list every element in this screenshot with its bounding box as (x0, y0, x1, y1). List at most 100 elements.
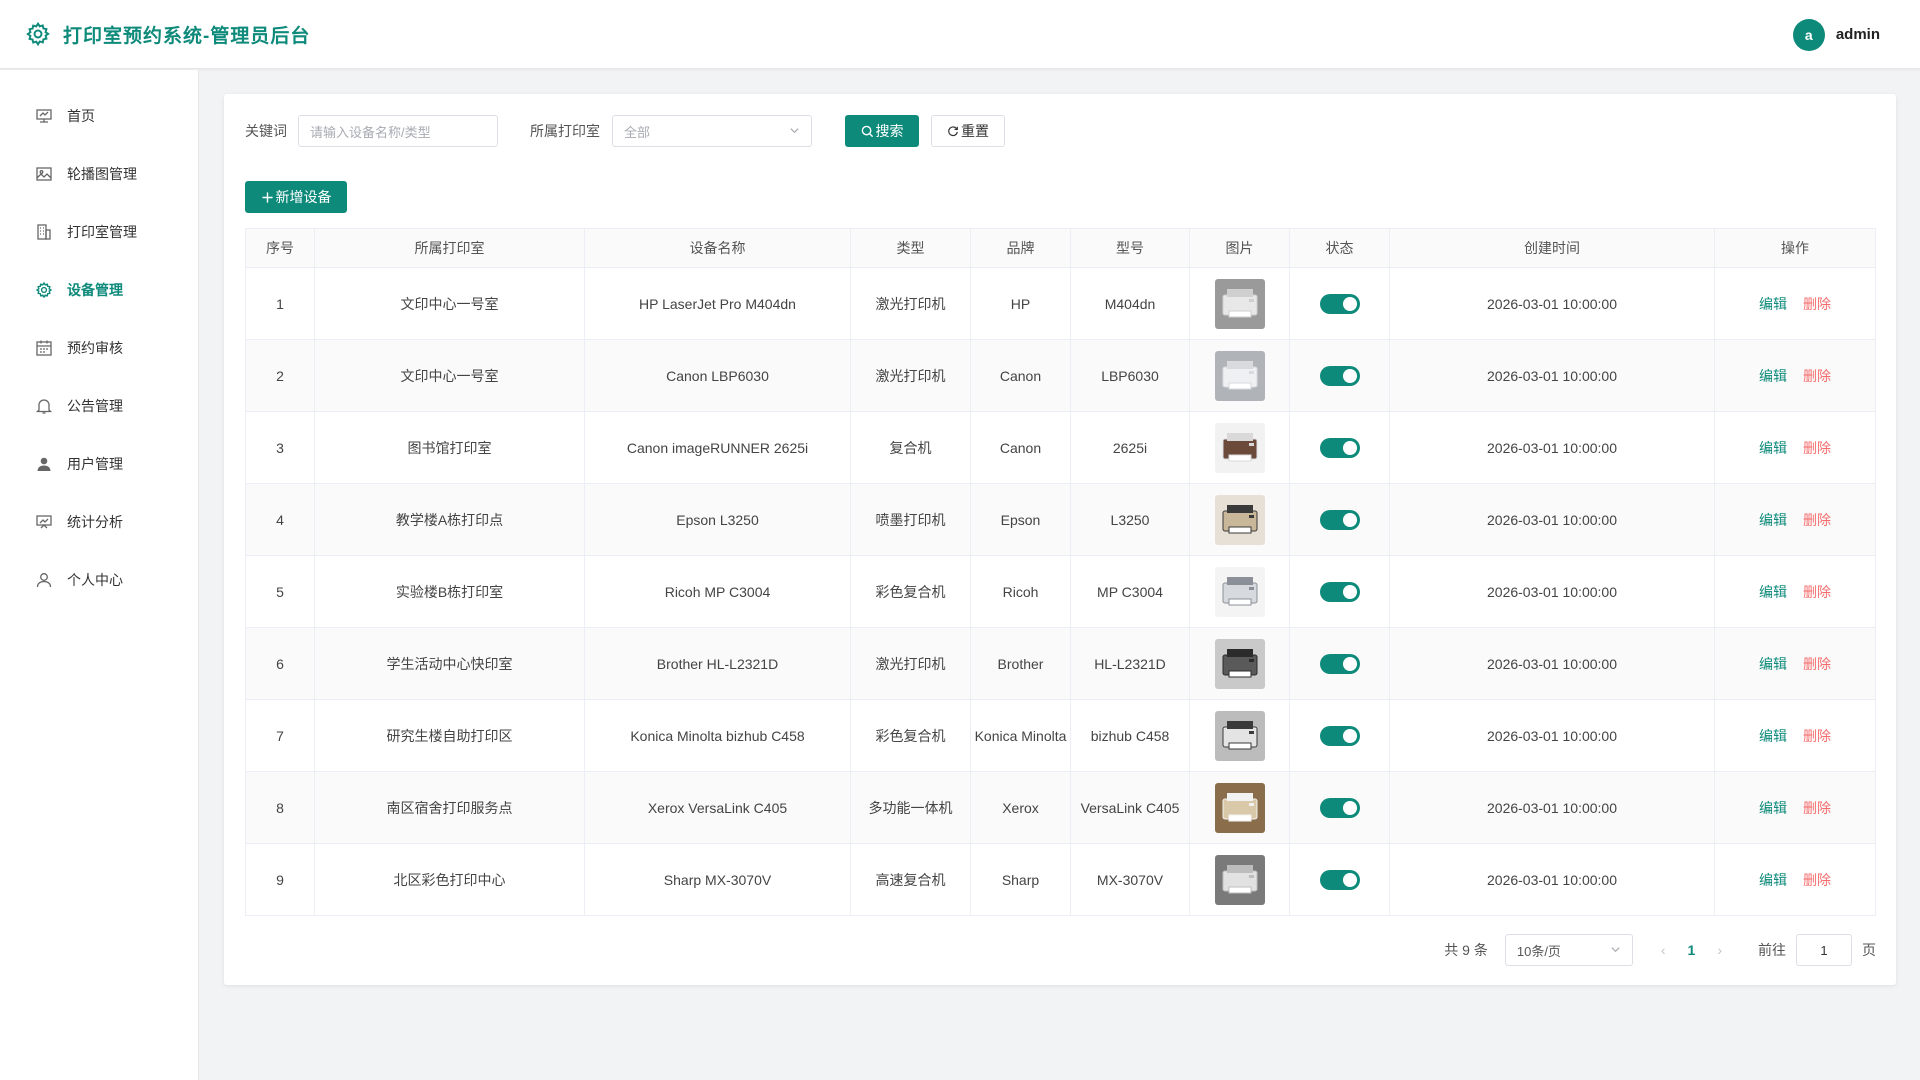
device-image-cell (1189, 771, 1290, 844)
next-page-icon[interactable]: › (1717, 942, 1722, 958)
row-number: 1 (245, 267, 315, 340)
monitor-icon (35, 107, 53, 125)
created-time-cell: 2026-03-01 10:00:00 (1389, 555, 1715, 628)
gear-logo-icon (25, 21, 51, 47)
operations-cell: 编辑 删除 (1714, 699, 1876, 772)
page-size-select[interactable]: 10条/页 (1504, 934, 1633, 966)
delete-button[interactable]: 删除 (1803, 512, 1831, 528)
delete-button[interactable]: 删除 (1803, 440, 1831, 456)
row-number: 4 (245, 483, 315, 556)
status-toggle[interactable] (1319, 869, 1360, 890)
printer-thumbnail-image[interactable] (1214, 494, 1265, 545)
operations-cell: 编辑 删除 (1714, 339, 1876, 412)
add-device-button[interactable]: 新增设备 (245, 181, 347, 213)
sidebar-item-profile[interactable]: 个人中心 (0, 551, 198, 609)
total-count: 共 9 条 (1444, 942, 1488, 958)
model-cell: MP C3004 (1070, 555, 1190, 628)
printer-thumbnail-image[interactable] (1214, 566, 1265, 617)
sidebar-item-print-rooms[interactable]: 打印室管理 (0, 203, 198, 261)
printer-thumbnail-image[interactable] (1214, 854, 1265, 905)
status-cell (1289, 267, 1390, 340)
model-cell: VersaLink C405 (1070, 771, 1190, 844)
model-cell: LBP6030 (1070, 339, 1190, 412)
room-cell: 南区宿舍打印服务点 (314, 771, 585, 844)
device-management-card: 关键词 请输入设备名称/类型 所属打印室 全部 搜索 重置 新增设备 序号 所属… (224, 94, 1896, 985)
delete-button[interactable]: 删除 (1803, 584, 1831, 600)
device-name-cell: Canon imageRUNNER 2625i (584, 411, 851, 484)
operations-cell: 编辑 删除 (1714, 411, 1876, 484)
printer-thumbnail-image[interactable] (1214, 422, 1265, 473)
sidebar-item-announcements[interactable]: 公告管理 (0, 377, 198, 435)
delete-button[interactable]: 删除 (1803, 296, 1831, 312)
status-toggle[interactable] (1319, 797, 1360, 818)
status-toggle[interactable] (1319, 437, 1360, 458)
printer-thumbnail-image[interactable] (1214, 782, 1265, 833)
sidebar-item-statistics[interactable]: 统计分析 (0, 493, 198, 551)
printer-thumbnail-image[interactable] (1214, 638, 1265, 689)
delete-button[interactable]: 删除 (1803, 656, 1831, 672)
status-toggle[interactable] (1319, 509, 1360, 530)
printer-thumbnail-image[interactable] (1214, 278, 1265, 329)
user-menu[interactable]: a admin (1792, 0, 1880, 69)
operations-cell: 编辑 删除 (1714, 555, 1876, 628)
edit-button[interactable]: 编辑 (1759, 296, 1787, 312)
page-number-current[interactable]: 1 (1688, 942, 1696, 958)
delete-button[interactable]: 删除 (1803, 368, 1831, 384)
edit-button[interactable]: 编辑 (1759, 368, 1787, 384)
column-header: 序号 (245, 228, 315, 268)
printer-thumbnail-image[interactable] (1214, 350, 1265, 401)
room-select-value: 全部 (624, 124, 651, 140)
user-filled-icon (35, 455, 53, 473)
sidebar-item-devices[interactable]: 设备管理 (0, 261, 198, 319)
brand-cell: Ricoh (970, 555, 1071, 628)
created-time-cell: 2026-03-01 10:00:00 (1389, 483, 1715, 556)
sidebar-item-home[interactable]: 首页 (0, 87, 198, 145)
status-toggle[interactable] (1319, 293, 1360, 314)
avatar[interactable]: a (1792, 18, 1825, 51)
delete-button[interactable]: 删除 (1803, 800, 1831, 816)
edit-button[interactable]: 编辑 (1759, 512, 1787, 528)
operations-cell: 编辑 删除 (1714, 267, 1876, 340)
sidebar-item-carousel[interactable]: 轮播图管理 (0, 145, 198, 203)
edit-button[interactable]: 编辑 (1759, 440, 1787, 456)
goto-page-input[interactable]: 1 (1796, 934, 1852, 966)
room-cell: 文印中心一号室 (314, 267, 585, 340)
status-toggle[interactable] (1319, 725, 1360, 746)
edit-button[interactable]: 编辑 (1759, 872, 1787, 888)
status-cell (1289, 843, 1390, 916)
reset-button[interactable]: 重置 (931, 115, 1005, 147)
edit-button[interactable]: 编辑 (1759, 728, 1787, 744)
username[interactable]: admin (1836, 26, 1880, 43)
delete-button[interactable]: 删除 (1803, 728, 1831, 744)
status-toggle[interactable] (1319, 653, 1360, 674)
printer-thumbnail-image[interactable] (1214, 710, 1265, 761)
table-row: 7 研究生楼自助打印区 Konica Minolta bizhub C458 彩色复合… (245, 699, 1876, 772)
brand-cell: Konica Minolta (970, 699, 1071, 772)
row-number: 7 (245, 699, 315, 772)
reset-button-label: 重置 (961, 123, 989, 139)
room-select[interactable]: 全部 (612, 115, 812, 147)
device-image-cell (1189, 267, 1290, 340)
table-row: 3 图书馆打印室 Canon imageRUNNER 2625i 复合机 Canon 26… (245, 411, 1876, 484)
delete-button[interactable]: 删除 (1803, 872, 1831, 888)
operations-cell: 编辑 删除 (1714, 627, 1876, 700)
edit-button[interactable]: 编辑 (1759, 800, 1787, 816)
sidebar-item-booking-review[interactable]: 预约审核 (0, 319, 198, 377)
edit-button[interactable]: 编辑 (1759, 656, 1787, 672)
column-header: 设备名称 (584, 228, 851, 268)
room-cell: 图书馆打印室 (314, 411, 585, 484)
status-toggle[interactable] (1319, 365, 1360, 386)
keyword-label: 关键词 (245, 123, 287, 139)
prev-page-icon[interactable]: ‹ (1661, 942, 1666, 958)
model-cell: MX-3070V (1070, 843, 1190, 916)
calendar-icon (35, 339, 53, 357)
search-button[interactable]: 搜索 (845, 115, 919, 147)
edit-button[interactable]: 编辑 (1759, 584, 1787, 600)
column-header: 操作 (1714, 228, 1876, 268)
keyword-input[interactable]: 请输入设备名称/类型 (298, 115, 498, 147)
status-toggle[interactable] (1319, 581, 1360, 602)
model-cell: L3250 (1070, 483, 1190, 556)
sidebar-item-users[interactable]: 用户管理 (0, 435, 198, 493)
type-cell: 喷墨打印机 (850, 483, 971, 556)
type-cell: 复合机 (850, 411, 971, 484)
